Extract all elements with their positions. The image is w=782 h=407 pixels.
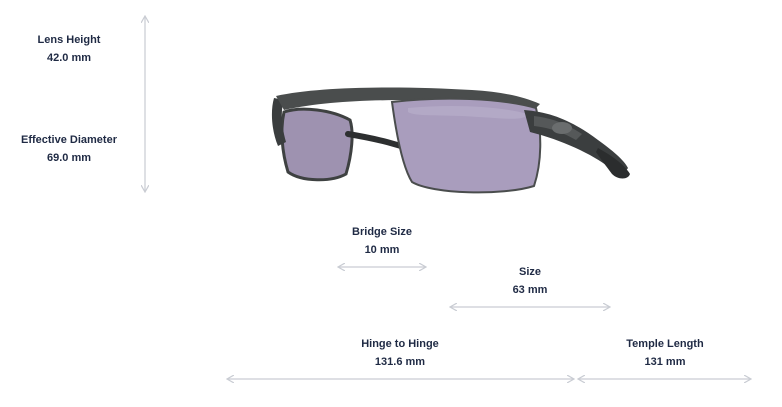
effective-diameter-name: Effective Diameter [21,134,117,146]
temple-length-value: 131 mm [644,356,686,368]
lens-height-name: Lens Height [37,34,101,46]
hinge-to-hinge-value: 131.6 mm [374,356,426,368]
temple-length-label: Temple Length 131 mm [610,335,720,371]
hinge-to-hinge-label: Hinge to Hinge 131.6 mm [340,335,460,371]
hinge-to-hinge-name: Hinge to Hinge [361,338,439,350]
size-name: Size [518,266,541,278]
lens-height-label: Lens Height 42.0 mm [14,31,124,67]
effective-diameter-value: 69.0 mm [46,152,92,164]
bridge-size-name: Bridge Size [352,226,412,238]
sunglasses-product-image [271,87,630,194]
effective-diameter-label: Effective Diameter 69.0 mm [4,131,134,167]
temple-length-name: Temple Length [626,338,704,350]
bridge-size-label: Bridge Size 10 mm [332,223,432,259]
bridge-size-value: 10 mm [364,244,400,256]
lens-height-value: 42.0 mm [46,52,92,64]
size-value: 63 mm [512,284,548,296]
size-guide: Lens Height 42.0 mm Effective Diameter 6… [0,0,782,407]
size-label: Size 63 mm [480,263,580,299]
